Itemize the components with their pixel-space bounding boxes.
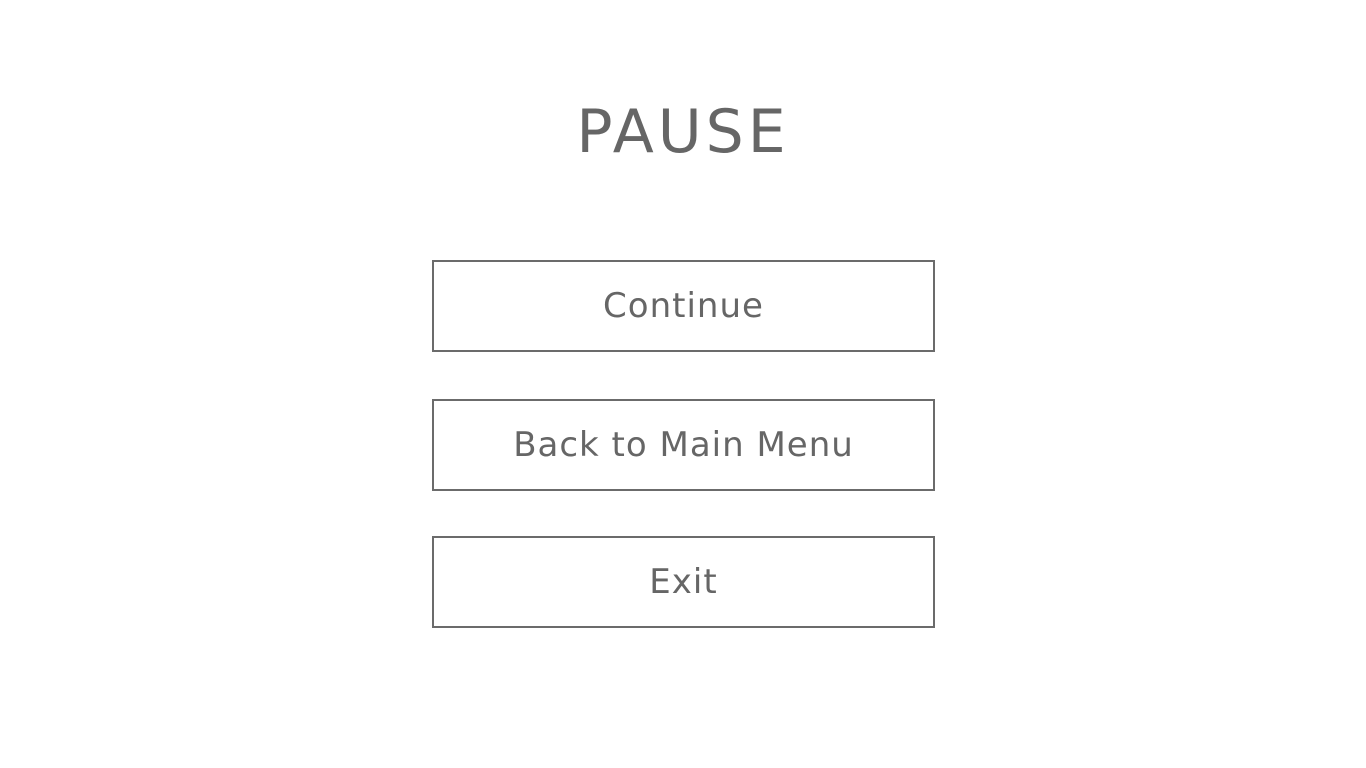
- exit-button-label: Exit: [649, 562, 718, 602]
- back-to-main-menu-button-label: Back to Main Menu: [513, 425, 854, 465]
- exit-button[interactable]: Exit: [432, 536, 935, 628]
- continue-button-label: Continue: [603, 286, 764, 326]
- back-to-main-menu-button[interactable]: Back to Main Menu: [432, 399, 935, 491]
- continue-button[interactable]: Continue: [432, 260, 935, 352]
- pause-title: PAUSE: [576, 97, 790, 167]
